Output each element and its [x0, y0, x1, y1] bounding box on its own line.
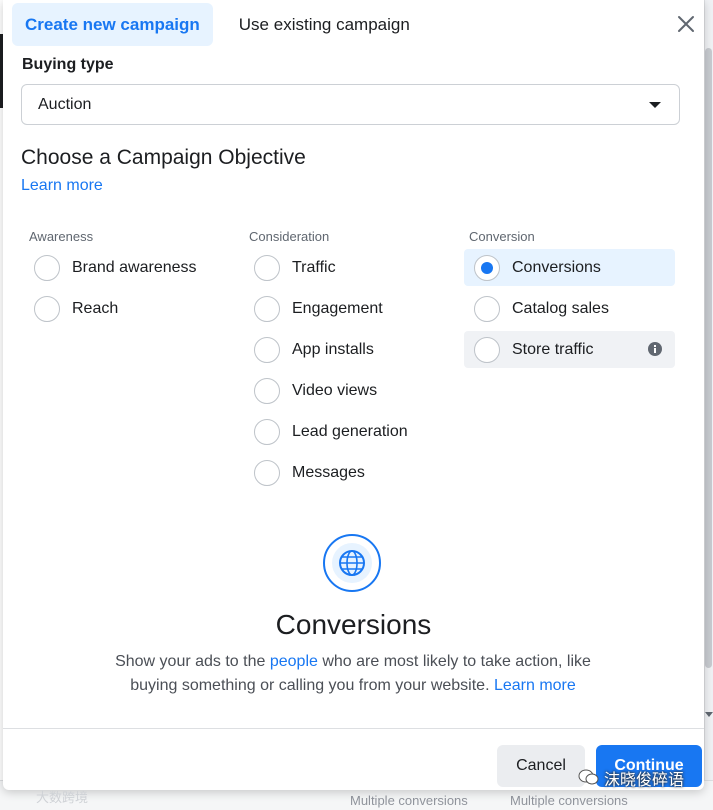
objective-traffic[interactable]: Traffic — [244, 249, 455, 286]
objective-detail-title: Conversions — [275, 609, 432, 640]
objective-video-views[interactable]: Video views — [244, 372, 455, 409]
wechat-icon — [578, 769, 599, 785]
objective-description: Show your ads to the people who are most… — [93, 650, 613, 698]
objective-conversions[interactable]: Conversions — [464, 249, 675, 286]
radio-button[interactable] — [34, 254, 60, 281]
campaign-tabs: Create new campaign Use existing campaig… — [12, 3, 423, 46]
people-link[interactable]: people — [270, 653, 318, 670]
description-text: Show your ads to the — [115, 653, 270, 670]
footer-divider — [3, 728, 704, 729]
objective-messages[interactable]: Messages — [244, 454, 455, 491]
chevron-down-icon — [649, 102, 661, 108]
close-button[interactable] — [674, 12, 698, 36]
objective-label: Video views — [292, 381, 378, 399]
objective-column-consideration: Consideration Traffic Engagement App ins… — [244, 229, 456, 491]
objective-lead-generation[interactable]: Lead generation — [244, 413, 455, 450]
scroll-down-arrow-icon[interactable] — [705, 712, 713, 717]
campaign-dialog: Create new campaign Use existing campaig… — [3, 0, 704, 790]
objective-reach[interactable]: Reach — [24, 290, 235, 327]
objective-app-installs[interactable]: App installs — [244, 331, 455, 368]
scrollbar-thumb[interactable] — [705, 48, 712, 668]
objective-label: Engagement — [292, 299, 383, 317]
radio-button[interactable] — [254, 418, 280, 445]
radio-button[interactable] — [474, 295, 500, 322]
radio-button[interactable] — [254, 336, 280, 363]
tab-create-new-campaign[interactable]: Create new campaign — [12, 3, 213, 46]
buying-type-label: Buying type — [22, 56, 114, 73]
objective-engagement[interactable]: Engagement — [244, 290, 455, 327]
cancel-button[interactable]: Cancel — [497, 745, 585, 787]
column-title: Consideration — [249, 229, 330, 244]
close-icon — [678, 16, 694, 32]
learn-more-link[interactable]: Learn more — [494, 677, 576, 694]
info-icon[interactable] — [648, 342, 662, 356]
buying-type-select[interactable]: Auction — [21, 84, 680, 125]
buying-type-value: Auction — [38, 95, 92, 113]
objective-store-traffic[interactable]: Store traffic — [464, 331, 675, 368]
objective-catalog-sales[interactable]: Catalog sales — [464, 290, 675, 327]
radio-button[interactable] — [254, 377, 280, 404]
objective-label: Lead generation — [292, 422, 408, 440]
tab-use-existing-campaign[interactable]: Use existing campaign — [226, 3, 423, 46]
objective-column-conversion: Conversion Conversions Catalog sales Sto… — [464, 229, 676, 368]
globe-icon — [323, 534, 381, 592]
radio-button-selected[interactable] — [474, 254, 500, 281]
objective-label: Traffic — [292, 258, 336, 276]
radio-button[interactable] — [474, 336, 500, 363]
objective-label: Brand awareness — [72, 258, 197, 276]
radio-button[interactable] — [254, 295, 280, 322]
radio-button[interactable] — [34, 295, 60, 322]
column-title: Awareness — [29, 229, 94, 244]
objective-label: App installs — [292, 340, 374, 358]
radio-button[interactable] — [254, 254, 280, 281]
objective-label: Messages — [292, 463, 365, 481]
page-title: Choose a Campaign Objective — [21, 146, 306, 169]
objective-brand-awareness[interactable]: Brand awareness — [24, 249, 235, 286]
radio-button[interactable] — [254, 459, 280, 486]
column-title: Conversion — [469, 229, 535, 244]
objective-label: Reach — [72, 299, 119, 317]
watermark-text: 大数跨境 — [36, 790, 89, 805]
objective-column-awareness: Awareness Brand awareness Reach — [24, 229, 236, 327]
watermark-text: 沫晓俊碎语 — [604, 772, 685, 789]
objective-label: Catalog sales — [512, 299, 609, 317]
objective-label: Conversions — [512, 258, 601, 276]
objective-label: Store traffic — [512, 340, 594, 358]
learn-more-link[interactable]: Learn more — [21, 177, 103, 195]
background-text: Multiple conversions — [350, 793, 468, 808]
background-text: Multiple conversions — [510, 793, 628, 808]
